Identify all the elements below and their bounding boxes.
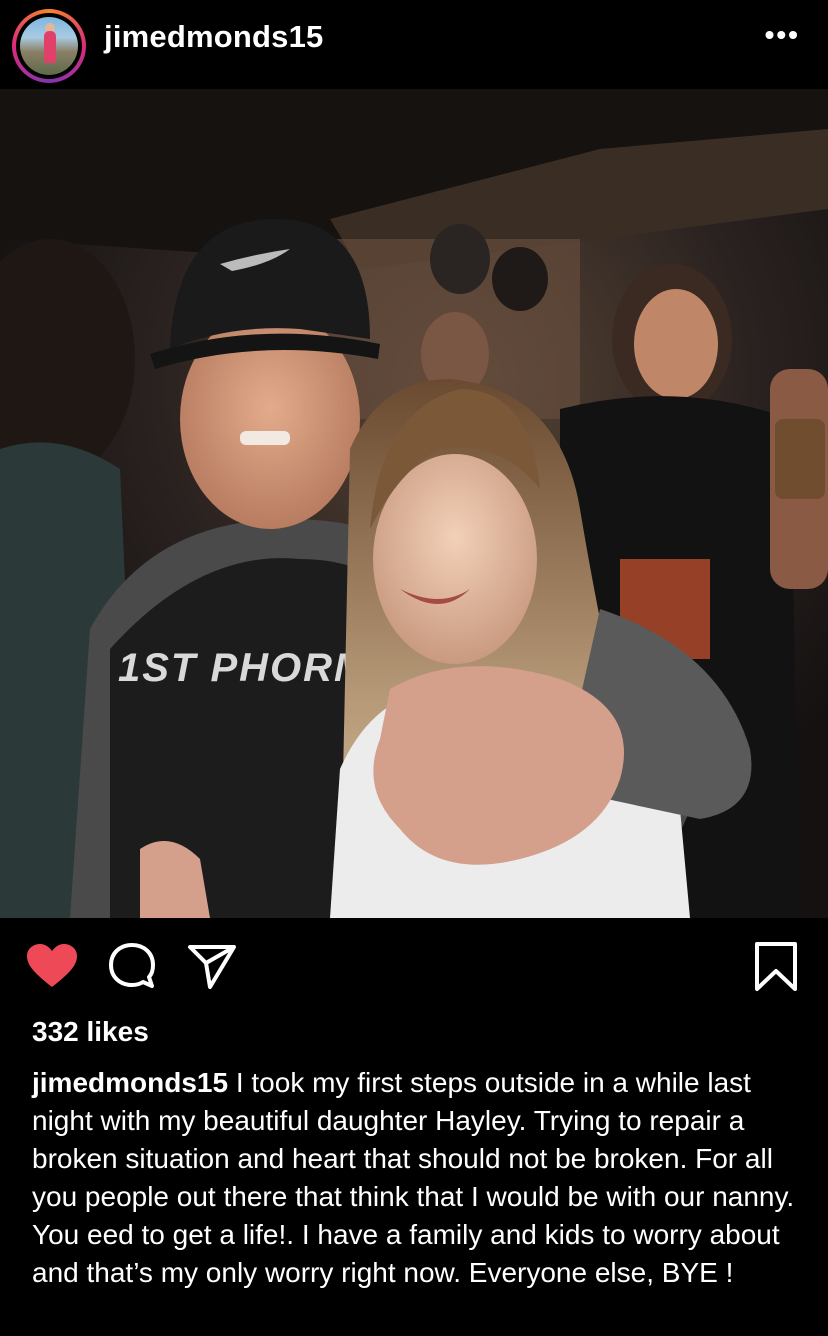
shirt-logo-text: 1ST PHORM [118, 646, 369, 690]
post-caption: jimedmonds15 I took my first steps outsi… [32, 1064, 812, 1292]
more-options-button[interactable]: ••• [765, 19, 800, 51]
avatar-figure-body [44, 31, 56, 63]
comment-icon[interactable] [106, 941, 158, 996]
heart-icon[interactable] [26, 943, 78, 994]
post-photo[interactable]: 1ST PHORM [0, 89, 828, 918]
bookmark-icon[interactable] [752, 941, 800, 998]
avatar-border [16, 13, 82, 79]
avatar[interactable] [12, 9, 86, 83]
caption-text: I took my first steps outside in a while… [32, 1067, 795, 1288]
avatar-image [20, 17, 78, 75]
share-icon[interactable] [186, 941, 238, 996]
post-header: jimedmonds15 ••• [0, 9, 828, 89]
caption-username[interactable]: jimedmonds15 [32, 1067, 228, 1098]
likes-count[interactable]: 332 likes [32, 1016, 149, 1048]
post-actions-bar [0, 918, 828, 1008]
photo-illustration: 1ST PHORM [0, 89, 828, 918]
username-link[interactable]: jimedmonds15 [104, 19, 323, 55]
